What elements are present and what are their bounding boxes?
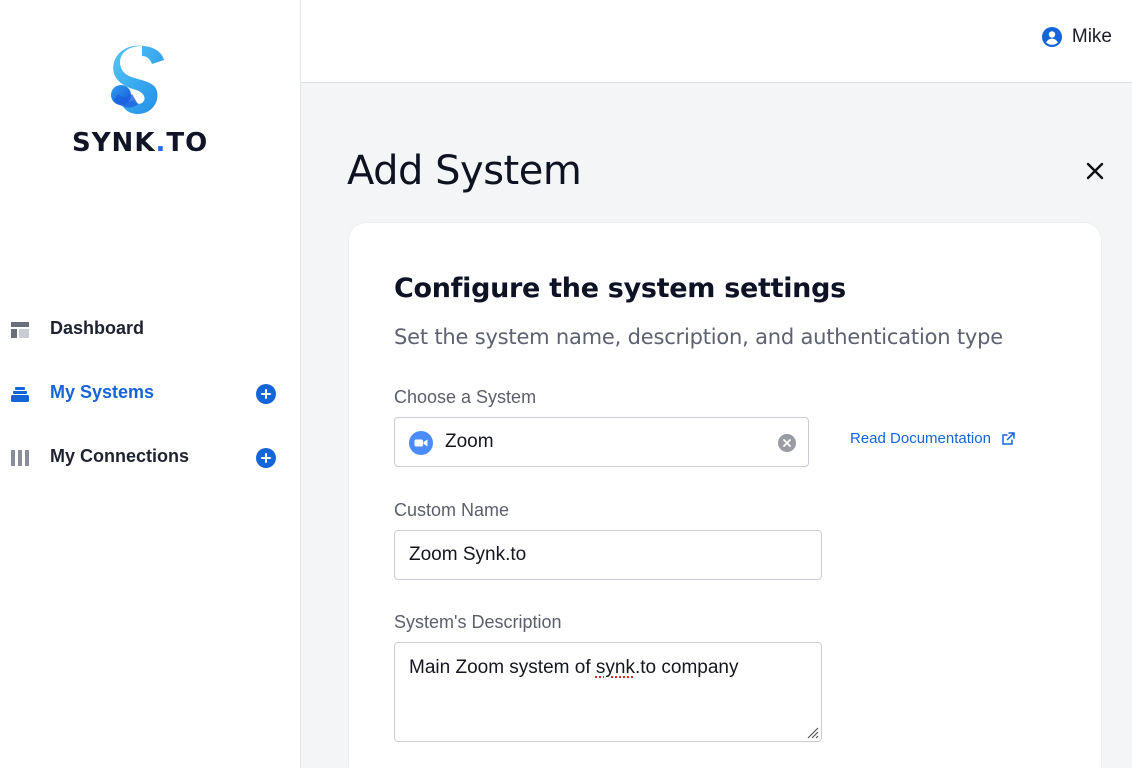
sidebar-item-label: Dashboard — [50, 318, 145, 338]
close-icon[interactable] — [1084, 160, 1106, 182]
page-title: Add System — [347, 148, 582, 194]
user-name: Mike — [1071, 26, 1112, 47]
sidebar-item-my-connections[interactable]: My Connections — [0, 436, 300, 480]
sidebar: SYNK.TO Dashboard My Systems My Connecti… — [0, 0, 301, 768]
system-settings-card: Configure the system settings Set the sy… — [348, 222, 1102, 768]
read-documentation-link[interactable]: Read Documentation — [850, 430, 1015, 447]
sidebar-item-my-systems[interactable]: My Systems — [0, 372, 300, 416]
custom-name-label: Custom Name — [394, 500, 510, 520]
columns-icon — [11, 450, 29, 466]
synkto-logo[interactable]: SYNK.TO — [72, 44, 209, 159]
synkto-logo-text: SYNK.TO — [72, 128, 209, 158]
external-link-icon — [1002, 432, 1015, 445]
zoom-icon — [409, 431, 433, 455]
card-title: Configure the system settings — [394, 273, 846, 304]
add-system-button[interactable] — [256, 384, 276, 404]
user-circle-icon — [1041, 27, 1062, 47]
user-menu[interactable]: Mike — [1041, 26, 1112, 48]
clear-icon[interactable] — [778, 434, 796, 452]
add-connection-button[interactable] — [256, 448, 276, 468]
system-description-textarea[interactable]: Main Zoom system of synk.to company — [394, 642, 822, 742]
sidebar-item-dashboard[interactable]: Dashboard — [0, 308, 300, 352]
sidebar-item-label: My Systems — [50, 382, 155, 402]
card-subtitle: Set the system name, description, and au… — [394, 325, 1003, 349]
sidebar-item-label: My Connections — [50, 446, 190, 466]
top-bar: Mike — [301, 0, 1132, 83]
system-select[interactable]: Zoom — [394, 417, 809, 467]
resize-handle-icon[interactable] — [805, 725, 819, 739]
system-description-label: System's Description — [394, 612, 562, 632]
read-documentation-label: Read Documentation — [850, 430, 991, 447]
custom-name-input[interactable]: Zoom Synk.to — [394, 530, 822, 580]
dashboard-icon — [11, 322, 29, 338]
system-select-value: Zoom — [445, 431, 494, 452]
stack-icon — [11, 387, 29, 402]
choose-system-label: Choose a System — [394, 387, 537, 407]
synkto-logo-mark-icon — [111, 45, 164, 114]
